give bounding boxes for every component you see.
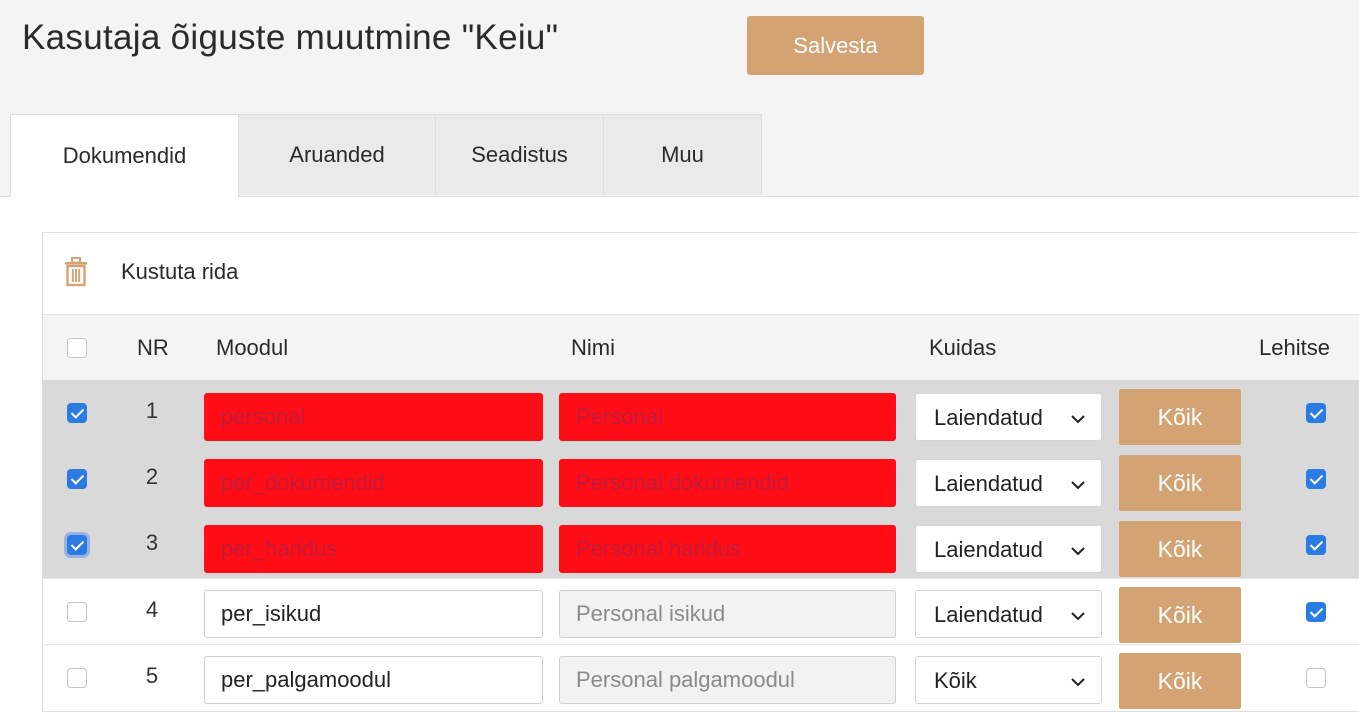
how-select[interactable]: Laiendatud bbox=[915, 525, 1102, 573]
all-button[interactable]: Kõik bbox=[1119, 587, 1241, 643]
select-all-checkbox[interactable] bbox=[67, 338, 87, 358]
page-title: Kasutaja õiguste muutmine "Keiu" bbox=[22, 18, 559, 57]
row-checkbox[interactable] bbox=[67, 602, 87, 622]
save-button[interactable]: Salvesta bbox=[747, 16, 924, 75]
delete-row-button[interactable]: Kustuta rida bbox=[121, 259, 238, 285]
tab-seadistus[interactable]: Seadistus bbox=[435, 114, 604, 195]
all-button[interactable]: Kõik bbox=[1119, 521, 1241, 577]
how-select-value: Kõik bbox=[934, 668, 977, 693]
tab-dokumendid[interactable]: Dokumendid bbox=[10, 114, 239, 197]
table-row: 5 Kõik Kõik bbox=[43, 644, 1359, 710]
column-name: Nimi bbox=[571, 335, 615, 360]
module-field[interactable] bbox=[204, 393, 543, 441]
how-select-value: Laiendatud bbox=[934, 537, 1043, 562]
tab-bar: Dokumendid Aruanded Seadistus Muu bbox=[0, 114, 1359, 197]
how-select[interactable]: Laiendatud bbox=[915, 459, 1102, 507]
all-button[interactable]: Kõik bbox=[1119, 389, 1241, 445]
browse-checkbox[interactable] bbox=[1306, 469, 1326, 489]
table-row: 4 Laiendatud Kõik bbox=[43, 578, 1359, 644]
how-select[interactable]: Laiendatud bbox=[915, 393, 1102, 441]
row-checkbox[interactable] bbox=[67, 668, 87, 688]
row-checkbox[interactable] bbox=[67, 469, 87, 489]
name-field[interactable] bbox=[559, 656, 896, 704]
chevron-down-icon bbox=[1069, 671, 1087, 689]
column-module: Moodul bbox=[216, 335, 289, 360]
row-checkbox[interactable] bbox=[67, 403, 87, 423]
module-field[interactable] bbox=[204, 590, 543, 638]
chevron-down-icon bbox=[1069, 605, 1087, 623]
all-button[interactable]: Kõik bbox=[1119, 455, 1241, 511]
trash-icon[interactable] bbox=[63, 257, 89, 287]
row-nr: 4 bbox=[145, 597, 159, 622]
table-row: 1 Laiendatud Kõik bbox=[43, 380, 1359, 446]
column-browse: Lehitse bbox=[1259, 335, 1330, 360]
tab-aruanded[interactable]: Aruanded bbox=[238, 114, 436, 195]
row-nr: 1 bbox=[145, 398, 159, 423]
name-field[interactable] bbox=[559, 525, 896, 573]
chevron-down-icon bbox=[1069, 540, 1087, 558]
module-field[interactable] bbox=[204, 459, 543, 507]
column-nr: NR bbox=[137, 335, 169, 360]
table-row: 3 Laiendatud Kõik bbox=[43, 512, 1359, 578]
row-nr: 2 bbox=[145, 464, 159, 489]
browse-checkbox[interactable] bbox=[1306, 668, 1326, 688]
how-select-value: Laiendatud bbox=[934, 602, 1043, 627]
module-field[interactable] bbox=[204, 525, 543, 573]
permissions-panel: Kustuta rida NR Moodul Nimi Kuidas Lehit… bbox=[42, 232, 1359, 712]
browse-checkbox[interactable] bbox=[1306, 403, 1326, 423]
chevron-down-icon bbox=[1069, 408, 1087, 426]
how-select-value: Laiendatud bbox=[934, 471, 1043, 496]
table-toolbar: Kustuta rida bbox=[43, 233, 1359, 314]
module-field[interactable] bbox=[204, 656, 543, 704]
browse-checkbox[interactable] bbox=[1306, 602, 1326, 622]
title-bar: Kasutaja õiguste muutmine "Keiu" Salvest… bbox=[0, 0, 1359, 114]
tab-muu[interactable]: Muu bbox=[603, 114, 762, 195]
row-checkbox[interactable] bbox=[67, 535, 87, 555]
browse-checkbox[interactable] bbox=[1306, 535, 1326, 555]
chevron-down-icon bbox=[1069, 474, 1087, 492]
how-select[interactable]: Laiendatud bbox=[915, 590, 1102, 638]
table-header: NR Moodul Nimi Kuidas Lehitse bbox=[43, 314, 1359, 381]
name-field[interactable] bbox=[559, 393, 896, 441]
table-row: 2 Laiendatud Kõik bbox=[43, 446, 1359, 512]
row-nr: 3 bbox=[145, 530, 159, 555]
name-field[interactable] bbox=[559, 459, 896, 507]
how-select-value: Laiendatud bbox=[934, 405, 1043, 430]
how-select[interactable]: Kõik bbox=[915, 656, 1102, 704]
row-nr: 5 bbox=[145, 663, 159, 688]
column-how: Kuidas bbox=[929, 335, 997, 360]
name-field[interactable] bbox=[559, 590, 896, 638]
